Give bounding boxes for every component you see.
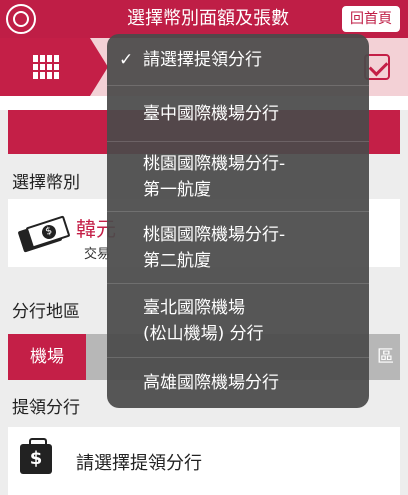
tab-region[interactable]: 區 — [377, 334, 394, 380]
dropdown-option[interactable]: 桃園國際機場分行- 第一航廈 — [107, 142, 369, 212]
area-label: 分行地區 — [12, 302, 80, 322]
dropdown-option[interactable]: 臺北國際機場 (松山機場) 分行 — [107, 284, 369, 358]
option-line2: 第二航廈 — [143, 250, 211, 271]
dropdown-option[interactable]: ✓ 請選擇提領分行 — [107, 34, 369, 86]
option-line1: 桃園國際機場分行- — [143, 153, 286, 174]
option-line1: 高雄國際機場分行 — [143, 373, 279, 393]
option-line1: 請選擇提領分行 — [143, 49, 262, 70]
money-icon: $ — [17, 215, 71, 253]
branch-dropdown-menu: ✓ 請選擇提領分行 臺中國際機場分行 桃園國際機場分行- 第一航廈 桃園國際機場… — [107, 34, 369, 408]
tab-airport[interactable]: 機場 — [8, 334, 86, 380]
option-line1: 臺北國際機場 — [143, 297, 245, 318]
dropdown-option[interactable]: 桃園國際機場分行- 第二航廈 — [107, 212, 369, 284]
money-bag-icon: $ — [20, 438, 52, 474]
option-line1: 桃園國際機場分行- — [143, 224, 286, 245]
branch-selector[interactable]: $ 請選擇提領分行 — [8, 427, 400, 495]
home-button[interactable]: 回首頁 — [342, 6, 400, 32]
option-line1: 臺中國際機場分行 — [143, 103, 279, 124]
checkmark-icon: ✓ — [119, 49, 134, 70]
page-title: 選擇幣別面額及張數 — [127, 8, 289, 29]
option-line2: 第一航廈 — [143, 179, 211, 200]
branch-placeholder: 請選擇提領分行 — [76, 453, 202, 474]
branch-label: 提領分行 — [12, 398, 80, 418]
dropdown-option[interactable]: 高雄國際機場分行 — [107, 358, 369, 408]
step-arrow — [90, 38, 108, 96]
option-line2: (松山機場) 分行 — [143, 323, 264, 344]
dropdown-option[interactable]: 臺中國際機場分行 — [107, 86, 369, 142]
bank-logo-icon — [6, 4, 36, 34]
calculator-icon — [33, 55, 59, 79]
step-select-currency[interactable] — [0, 38, 90, 96]
app-header: 選擇幣別面額及張數 回首頁 — [0, 0, 408, 38]
currency-label: 選擇幣別 — [12, 173, 80, 193]
